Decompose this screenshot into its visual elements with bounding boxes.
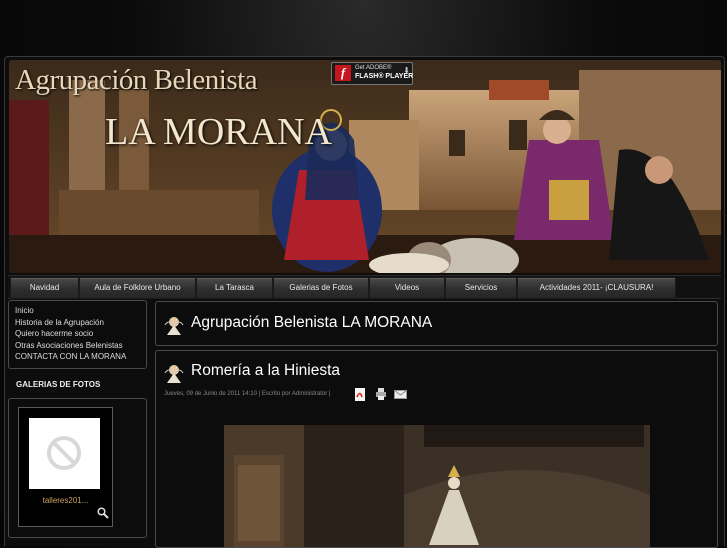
email-icon[interactable] xyxy=(394,390,407,399)
nav-item-navidad[interactable]: Navidad xyxy=(10,277,79,299)
nav-item-la-tarasca[interactable]: La Tarasca xyxy=(196,277,273,299)
get-flash-player-badge[interactable]: f Get ADOBE® FLASH® PLAYER ⬇ xyxy=(331,62,413,85)
article-box: Romería a la Hiniesta Jueves, 09 de Juni… xyxy=(155,350,718,548)
angel-figure-icon xyxy=(164,317,184,335)
article-photo[interactable] xyxy=(224,425,650,547)
page-title: Agrupación Belenista LA MORANA xyxy=(191,314,433,331)
page-heading-box: Agrupación Belenista LA MORANA xyxy=(155,301,718,346)
site-title-line2: LA MORANA xyxy=(105,111,332,153)
no-image-icon xyxy=(47,436,81,470)
gallery-caption[interactable]: talleres201... xyxy=(19,496,112,505)
article-title[interactable]: Romería a la Hiniesta xyxy=(191,362,340,380)
page-frame: Agrupación Belenista LA MORANA f Get ADO… xyxy=(4,56,725,548)
nav-item-actividades-2011[interactable]: Actividades 2011- ¡CLAUSURA! xyxy=(517,277,676,299)
pdf-icon[interactable] xyxy=(354,388,366,401)
sidebar-item-contacta[interactable]: CONTACTA CON LA MORANA xyxy=(15,351,146,363)
sidebar-item-hacerme-socio[interactable]: Quiero hacerme socio xyxy=(15,328,146,340)
procession-photo xyxy=(224,425,650,547)
sidebar-menu: Inicio Historia de la Agrupación Quiero … xyxy=(8,300,147,369)
gallery-thumbnail-card[interactable]: talleres201... xyxy=(18,407,113,527)
header-banner: Agrupación Belenista LA MORANA f Get ADO… xyxy=(9,60,721,273)
magnifier-icon[interactable] xyxy=(97,507,109,519)
sidebar-item-historia[interactable]: Historia de la Agrupación xyxy=(15,317,146,329)
article-meta: Jueves, 09 de Junio de 2011 14:10 | Escr… xyxy=(164,391,331,397)
nav-item-videos[interactable]: Videos xyxy=(369,277,445,299)
gallery-thumbnail[interactable] xyxy=(29,418,100,489)
print-icon[interactable] xyxy=(375,388,387,400)
nav-item-servicios[interactable]: Servicios xyxy=(445,277,517,299)
flash-badge-line1: Get ADOBE® xyxy=(355,65,392,71)
sidebar-item-otras-asociaciones[interactable]: Otras Asociaciones Belenistas xyxy=(15,340,146,352)
download-arrow-icon: ⬇ xyxy=(403,66,410,75)
site-title-line1: Agrupación Belenista xyxy=(15,64,258,96)
nav-item-aula-folklore[interactable]: Aula de Folklore Urbano xyxy=(79,277,196,299)
gallery-heading: GALERIAS DE FOTOS xyxy=(16,380,101,389)
nav-item-galerias-fotos[interactable]: Galerias de Fotos xyxy=(273,277,369,299)
flash-icon: f xyxy=(335,65,351,81)
sidebar-item-inicio[interactable]: Inicio xyxy=(15,305,146,317)
main-navigation: Navidad Aula de Folklore Urbano La Taras… xyxy=(8,275,721,299)
angel-figure-icon xyxy=(164,365,184,383)
gallery-widget: talleres201... xyxy=(8,398,147,538)
